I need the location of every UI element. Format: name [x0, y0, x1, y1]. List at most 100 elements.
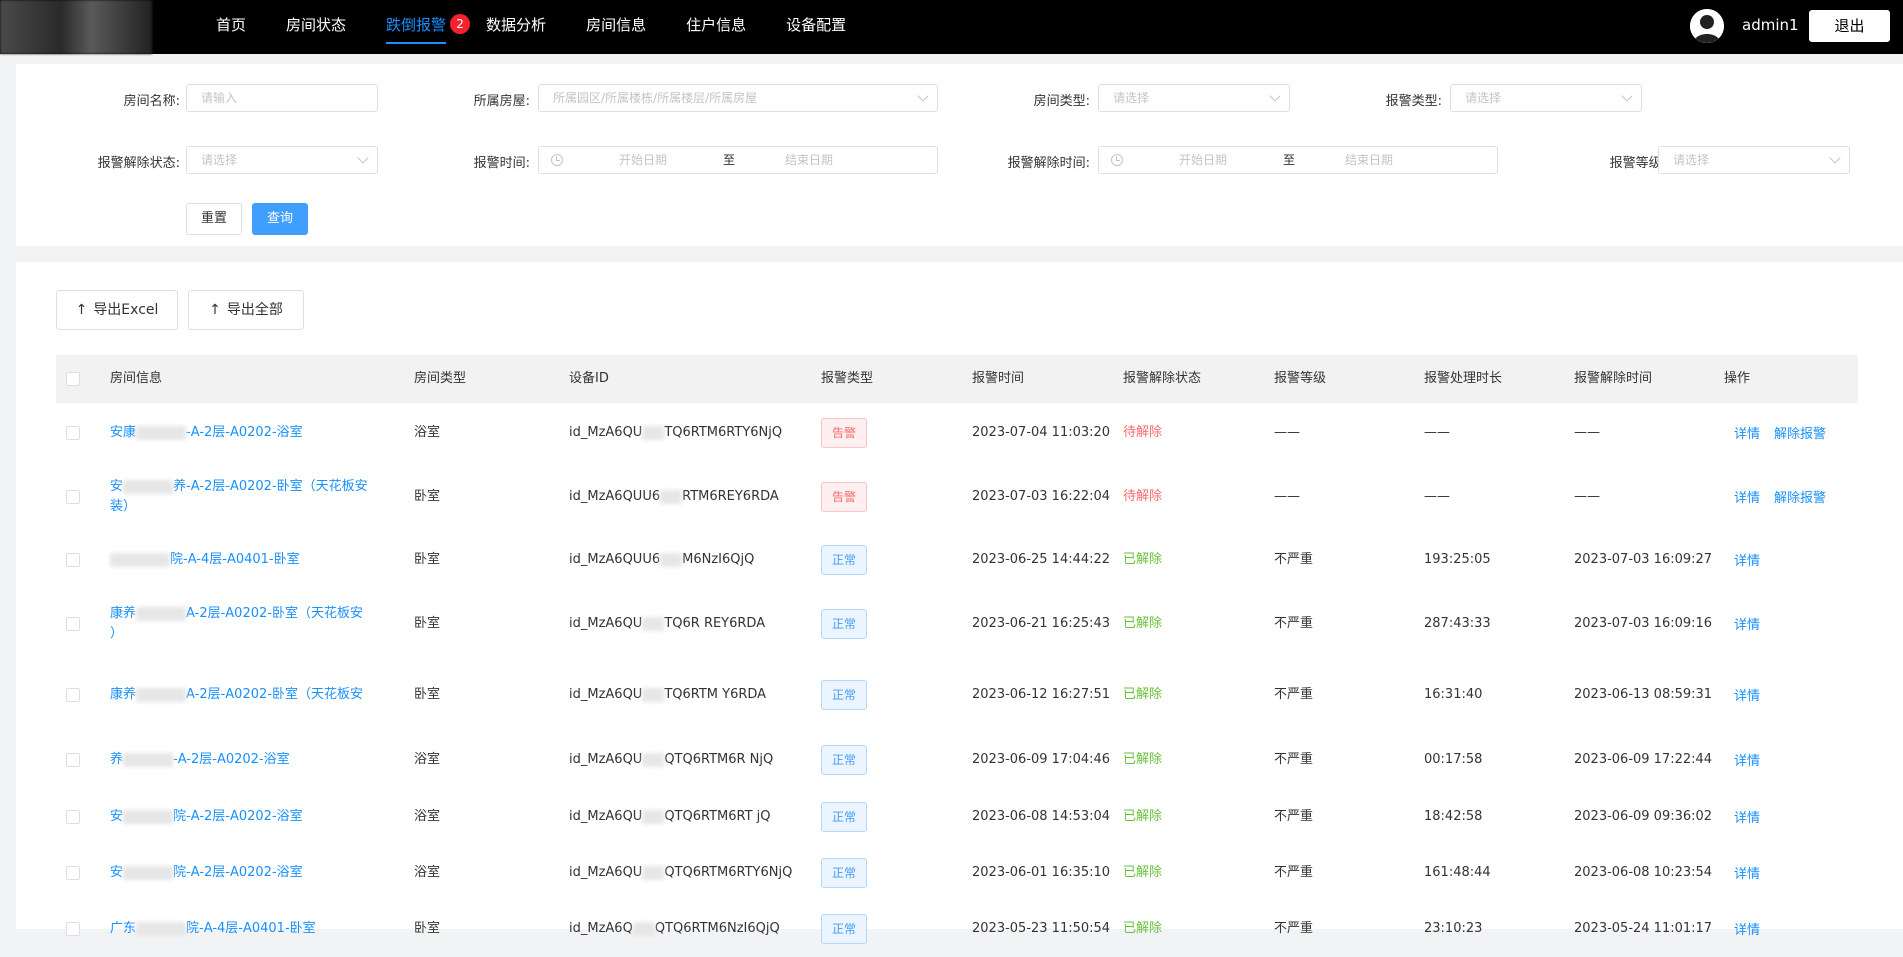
table-row: 安 养-A-2层-A0202-卧室（天花板安 装） 卧室 id_MzA6QUU6 RTM6…	[56, 463, 1858, 531]
device-id-part: id_MzA6QUU6	[569, 552, 661, 567]
room-info-link[interactable]: 安 养-A-2层-A0202-卧室（天花板安 装）	[110, 477, 380, 517]
release-status-select[interactable]: 请选择	[186, 146, 378, 174]
handling-duration: 161:48:44	[1424, 865, 1491, 880]
alarm-time: 2023-07-04 11:03:20	[972, 425, 1111, 440]
nav-item[interactable]: 跌倒报警 2	[366, 0, 471, 54]
device-id-part: id_MzA6QU	[569, 616, 643, 631]
room-type: 卧室	[414, 552, 441, 567]
nav-item[interactable]: 住户信息	[666, 0, 766, 54]
room-name-part: 院-A-2层-A0202-浴室	[173, 865, 303, 880]
row-checkbox[interactable]	[66, 490, 80, 504]
alarm-type-select[interactable]: 请选择	[1450, 84, 1642, 112]
query-button[interactable]: 查询	[252, 203, 308, 235]
redacted-text	[642, 687, 665, 702]
detail-link[interactable]: 详情	[1734, 685, 1760, 704]
row-checkbox[interactable]	[66, 553, 80, 567]
table-row: 广东 院-A-4层-A0401-卧室 卧室 id_MzA6Q QTQ6RTM6NzI6Q…	[56, 901, 1858, 957]
device-id-part: QTQ6RTM6R NjQ	[664, 752, 774, 767]
redacted-text	[642, 425, 665, 440]
row-checkbox[interactable]	[66, 688, 80, 702]
room-info-link[interactable]: 安康 -A-2层-A0202-浴室	[110, 423, 380, 443]
room-info-link[interactable]: 安 院-A-2层-A0202-浴室	[110, 863, 380, 883]
release-time-range[interactable]: 开始日期 至 结束日期	[1098, 146, 1498, 174]
row-checkbox[interactable]	[66, 753, 80, 767]
select-all-checkbox[interactable]	[66, 372, 80, 386]
room-name-input[interactable]: 请输入	[186, 84, 378, 112]
alarm-time: 2023-07-03 16:22:04	[972, 489, 1111, 504]
room-info-link[interactable]: 广东 院-A-4层-A0401-卧室	[110, 919, 380, 939]
alarm-time: 2023-06-25 14:44:22	[972, 552, 1111, 567]
device-id-part: id_MzA6QU	[569, 865, 643, 880]
device-id-part: id_MzA6QU	[569, 687, 643, 702]
arrow-up-icon: ↑	[209, 302, 221, 318]
alarm-time: 2023-05-23 11:50:54	[972, 921, 1111, 936]
release-status: 待解除	[1123, 425, 1163, 440]
detail-link[interactable]: 详情	[1734, 750, 1760, 769]
avatar[interactable]	[1690, 9, 1724, 43]
alarm-time: 2023-06-09 17:04:46	[972, 752, 1111, 767]
alarm-level-select[interactable]: 请选择	[1658, 146, 1850, 174]
row-checkbox[interactable]	[66, 810, 80, 824]
detail-link[interactable]: 详情	[1734, 487, 1760, 506]
device-id: id_MzA6QUU6 M6NzI6QjQ	[569, 550, 754, 570]
release-time: 2023-06-08 10:23:54	[1574, 865, 1713, 880]
room-name-part: 院-A-4层-A0401-卧室	[170, 552, 300, 567]
device-id-part: id_MzA6QU	[569, 809, 643, 824]
detail-link[interactable]: 详情	[1734, 807, 1760, 826]
export-excel-button[interactable]: ↑ 导出Excel	[56, 290, 178, 330]
nav-item[interactable]: 首页	[196, 0, 266, 54]
release-alarm-link[interactable]: 解除报警	[1774, 423, 1826, 442]
export-all-button[interactable]: ↑ 导出全部	[188, 290, 304, 330]
nav-item[interactable]: 数据分析	[466, 0, 566, 54]
room-name-part: -A-2层-A0202-浴室	[173, 752, 290, 767]
redacted-text	[642, 809, 665, 824]
room-info-link[interactable]: 安 院-A-2层-A0202-浴室	[110, 807, 380, 827]
device-id: id_MzA6QU TQ6RTM Y6RDA	[569, 685, 766, 705]
release-alarm-link[interactable]: 解除报警	[1774, 487, 1826, 506]
release-status: 已解除	[1123, 616, 1163, 631]
column-header: 房间信息	[110, 371, 163, 386]
row-checkbox[interactable]	[66, 922, 80, 936]
logout-button[interactable]: 退出	[1809, 10, 1890, 42]
detail-link[interactable]: 详情	[1734, 423, 1760, 442]
alarm-level: 不严重	[1274, 809, 1314, 824]
redacted-text	[136, 606, 187, 621]
detail-link[interactable]: 详情	[1734, 863, 1760, 882]
redacted-text	[136, 687, 187, 702]
handling-duration: 18:42:58	[1424, 809, 1483, 824]
room-info-link[interactable]: 康养 A-2层-A0202-卧室（天花板安 ）	[110, 604, 380, 644]
alarm-type-tag: 正常	[821, 545, 868, 575]
room-type: 卧室	[414, 616, 441, 631]
house-cascader[interactable]: 所属园区/所属楼栋/所属楼层/所属房屋	[538, 84, 938, 112]
alarm-time: 2023-06-12 16:27:51	[972, 687, 1111, 702]
detail-link[interactable]: 详情	[1734, 550, 1760, 569]
room-name-part: 康养	[110, 606, 137, 621]
alarm-level: ——	[1274, 489, 1300, 504]
alarm-time-range[interactable]: 开始日期 至 结束日期	[538, 146, 938, 174]
room-name-part: 安	[110, 865, 124, 880]
alarm-level: 不严重	[1274, 752, 1314, 767]
release-time-start: 开始日期	[1179, 153, 1228, 167]
room-type-select[interactable]: 请选择	[1098, 84, 1290, 112]
room-name-part: 康养	[110, 687, 137, 702]
reset-button[interactable]: 重置	[186, 203, 242, 235]
room-info-link[interactable]: 康养 A-2层-A0202-卧室（天花板安	[110, 685, 380, 705]
nav-item[interactable]: 房间状态	[266, 0, 366, 54]
release-status: 已解除	[1123, 809, 1163, 824]
room-info-link[interactable]: 院-A-4层-A0401-卧室	[110, 550, 380, 570]
row-checkbox[interactable]	[66, 617, 80, 631]
nav-item-label: 跌倒报警	[386, 16, 447, 34]
nav-item[interactable]: 房间信息	[566, 0, 666, 54]
chevron-down-icon	[1621, 90, 1633, 102]
room-type: 卧室	[414, 921, 441, 936]
room-info-link[interactable]: 养 -A-2层-A0202-浴室	[110, 750, 380, 770]
logo	[0, 0, 152, 54]
nav-item[interactable]: 设备配置	[766, 0, 866, 54]
room-name-part: A-2层-A0202-卧室（天花板安	[186, 606, 363, 621]
row-checkbox[interactable]	[66, 866, 80, 880]
room-name-part: 院-A-2层-A0202-浴室	[173, 809, 303, 824]
row-checkbox[interactable]	[66, 426, 80, 440]
main-nav: 首页 房间状态 跌倒报警 2 数据分析 房间信息 住户信息 设备配置	[196, 0, 866, 54]
alarm-time: 2023-06-08 14:53:04	[972, 809, 1111, 824]
detail-link[interactable]: 详情	[1734, 614, 1760, 633]
